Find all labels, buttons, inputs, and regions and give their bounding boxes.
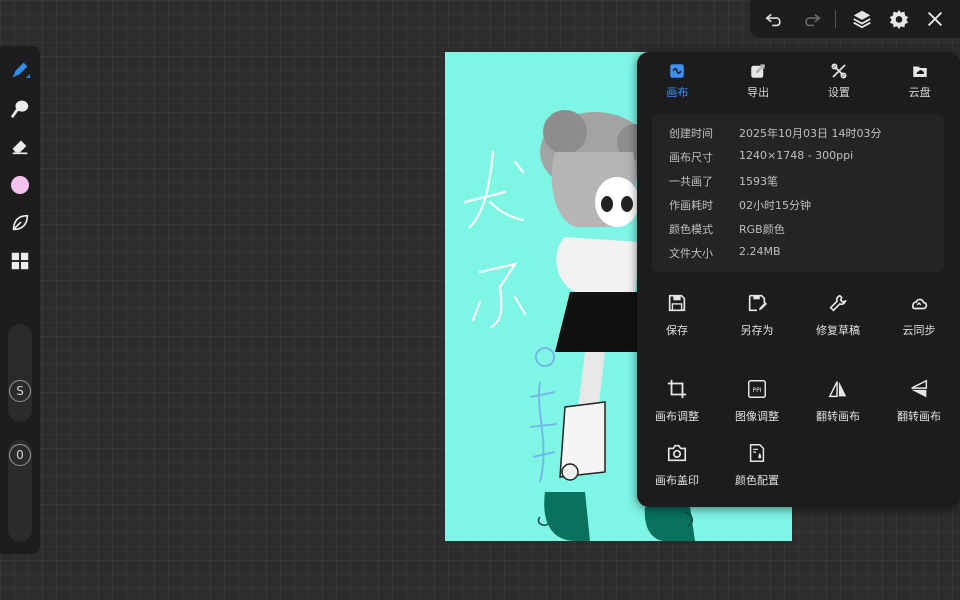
eraser-icon (12, 140, 28, 155)
canvas-icon (670, 64, 685, 78)
tab-export[interactable]: 导出 (718, 62, 799, 102)
smudge-tool-button[interactable] (8, 96, 32, 120)
settings-button[interactable] (887, 7, 911, 31)
flip-vertical-icon (911, 379, 928, 398)
save-as-button[interactable]: 另存为 (717, 292, 797, 342)
top-bar-divider (835, 10, 836, 28)
wrench-icon (829, 294, 847, 312)
canvas-stamp-button[interactable]: 画布盖印 (637, 442, 717, 492)
tab-cloud-drive-label: 云盘 (908, 86, 931, 99)
info-key: 一共画了 (669, 175, 713, 188)
canvas-adjust-label: 画布调整 (655, 410, 699, 423)
repair-draft-label: 修复草稿 (816, 324, 860, 337)
flip-canvas-vertical-button[interactable]: 翻转画布 (879, 378, 959, 428)
color-profile-icon (749, 444, 765, 462)
brush-opacity-slider[interactable]: 0 (8, 440, 32, 542)
tab-cloud-drive[interactable]: 云盘 (879, 62, 960, 102)
camera-icon (667, 444, 687, 462)
flip-canvas-horizontal-button[interactable]: 翻转画布 (798, 378, 878, 428)
cloud-sync-label: 云同步 (902, 324, 936, 337)
layers-button[interactable] (850, 7, 874, 31)
grid-icon (11, 252, 29, 270)
info-key: 创建时间 (669, 127, 713, 140)
cloud-sync-button[interactable]: 云同步 (879, 292, 959, 342)
info-key: 颜色模式 (669, 223, 713, 236)
layers-grid-tool-button[interactable] (8, 249, 32, 273)
tab-settings-label: 设置 (827, 86, 850, 99)
layers-icon (853, 10, 871, 29)
save-as-icon (748, 294, 768, 312)
info-row-created: 创建时间 2025年10月03日 14时03分 (669, 125, 881, 141)
export-icon (751, 64, 765, 78)
close-icon (927, 11, 943, 27)
canvas-stamp-label: 画布盖印 (655, 474, 699, 487)
left-toolbar: S 0 (0, 46, 40, 554)
brush-icon (12, 62, 30, 79)
repair-draft-button[interactable]: 修复草稿 (798, 292, 878, 342)
image-adjust-label: 图像调整 (735, 410, 779, 423)
info-key: 文件大小 (669, 247, 713, 260)
save-icon (668, 294, 686, 312)
ppi-icon: PPI (748, 380, 766, 398)
info-value: 1240×1748 - 300ppi (739, 149, 854, 162)
info-value: 1593笔 (739, 175, 778, 188)
brush-tool-button[interactable] (8, 58, 32, 82)
current-color-swatch (11, 176, 29, 194)
gear-icon (889, 9, 909, 30)
tools-icon (831, 63, 847, 79)
svg-text:PPI: PPI (753, 387, 762, 394)
save-as-label: 另存为 (740, 324, 774, 337)
canvas-settings-panel: 画布 导出 设置 云盘 创建时间 2025年10月03日 14时03分 画布尺寸… (637, 52, 960, 507)
leaf-tool-button[interactable] (8, 211, 32, 235)
canvas-adjust-button[interactable]: 画布调整 (637, 378, 717, 428)
panel-tabs: 画布 导出 设置 云盘 (637, 62, 960, 102)
info-row-duration: 作画耗时 02小时15分钟 (669, 197, 811, 213)
undo-icon (765, 13, 781, 27)
info-row-size: 画布尺寸 1240×1748 - 300ppi (669, 149, 853, 165)
info-key: 作画耗时 (669, 199, 713, 212)
leaf-icon (12, 214, 29, 231)
tab-canvas[interactable]: 画布 (637, 62, 718, 102)
color-profile-label: 颜色配置 (735, 474, 779, 487)
info-value: RGB颜色 (739, 223, 785, 236)
color-picker-button[interactable] (8, 173, 32, 197)
tab-settings[interactable]: 设置 (799, 62, 880, 102)
brush-size-knob[interactable]: S (9, 380, 31, 402)
info-row-strokes: 一共画了 1593笔 (669, 173, 778, 189)
tab-canvas-label: 画布 (666, 86, 689, 99)
cloud-sync-icon (911, 298, 928, 310)
smudge-icon (11, 100, 29, 118)
info-value: 2025年10月03日 14时03分 (739, 127, 882, 140)
cloud-folder-icon (912, 66, 927, 77)
redo-button[interactable] (800, 7, 824, 31)
top-bar (750, 0, 960, 38)
close-button[interactable] (923, 7, 947, 31)
undo-button[interactable] (762, 7, 786, 31)
flip-canvas-horizontal-label: 翻转画布 (816, 410, 860, 423)
brush-size-slider[interactable]: S (8, 324, 32, 422)
tab-export-label: 导出 (747, 86, 770, 99)
info-row-color-mode: 颜色模式 RGB颜色 (669, 221, 785, 237)
info-row-file-size: 文件大小 2.24MB (669, 245, 781, 261)
eraser-tool-button[interactable] (8, 134, 32, 158)
save-button[interactable]: 保存 (637, 292, 717, 342)
info-value: 02小时15分钟 (739, 199, 811, 212)
image-adjust-button[interactable]: PPI 图像调整 (717, 378, 797, 428)
color-profile-button[interactable]: 颜色配置 (717, 442, 797, 492)
brush-opacity-knob[interactable]: 0 (9, 444, 31, 466)
info-key: 画布尺寸 (669, 151, 713, 164)
flip-canvas-vertical-label: 翻转画布 (897, 410, 941, 423)
crop-icon (667, 379, 687, 399)
canvas-info-box: 创建时间 2025年10月03日 14时03分 画布尺寸 1240×1748 -… (652, 114, 944, 272)
redo-icon (805, 13, 821, 27)
info-value: 2.24MB (739, 245, 781, 258)
save-label: 保存 (666, 324, 688, 337)
flip-horizontal-icon (828, 381, 847, 398)
